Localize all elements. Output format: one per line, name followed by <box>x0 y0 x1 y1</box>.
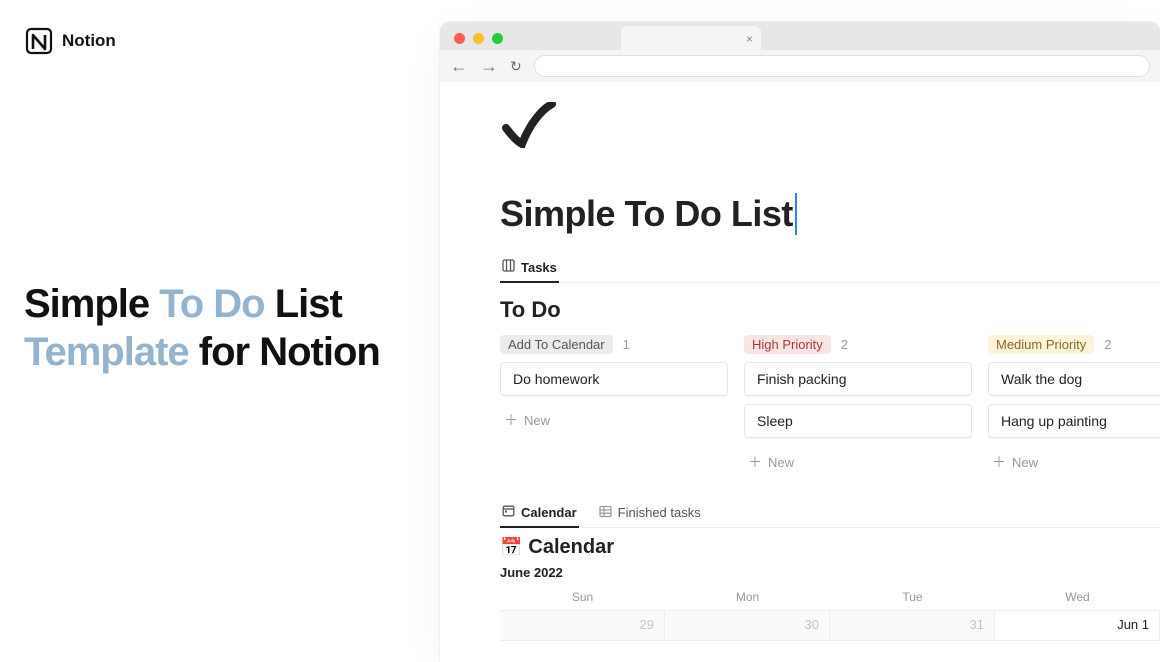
forward-button[interactable]: → <box>480 56 498 77</box>
weekday-label: Tue <box>830 590 995 604</box>
calendar-date-cell[interactable]: 29 <box>500 611 665 641</box>
tab-label: Calendar <box>521 505 577 520</box>
board-card[interactable]: Hang up painting <box>988 404 1160 438</box>
board-card[interactable]: Walk the dog <box>988 362 1160 396</box>
notion-logo-icon <box>24 26 54 56</box>
browser-tabbar: × <box>440 22 1160 50</box>
plus-icon: ＋ <box>504 410 518 430</box>
board-card[interactable]: Finish packing <box>744 362 972 396</box>
promo-title: Simple To Do List Template for Notion <box>24 280 404 376</box>
new-label: New <box>524 413 550 428</box>
tab-calendar[interactable]: Calendar <box>500 498 579 528</box>
close-tab-icon[interactable]: × <box>746 32 753 46</box>
checkmark-icon <box>500 102 556 148</box>
address-bar[interactable] <box>534 55 1150 77</box>
section-heading-todo: To Do <box>500 297 1160 323</box>
maximize-window-icon[interactable] <box>492 33 503 44</box>
column-tag[interactable]: High Priority <box>744 335 831 354</box>
tab-tasks[interactable]: Tasks <box>500 253 559 283</box>
calendar-date-cell[interactable]: 30 <box>665 611 830 641</box>
browser-window: × ← → ↻ Simple To Do List Tasks To D <box>440 22 1160 662</box>
board-icon <box>502 259 515 275</box>
column-count: 1 <box>623 337 630 352</box>
calendar-emoji-icon: 📅 <box>500 537 522 558</box>
calendar-date-cell[interactable]: 31 <box>830 611 995 641</box>
browser-toolbar: ← → ↻ <box>440 50 1160 82</box>
tab-label: Tasks <box>521 260 557 275</box>
calendar-month-label: June 2022 <box>500 565 1160 580</box>
reload-button[interactable]: ↻ <box>510 58 522 75</box>
promo-title-part: for Notion <box>189 330 380 374</box>
window-controls <box>454 33 503 44</box>
database-view-tabs-secondary: Calendar Finished tasks <box>500 498 1160 528</box>
board-column: High Priority 2 Finish packing Sleep ＋ N… <box>744 335 972 478</box>
new-label: New <box>1012 455 1038 470</box>
notion-logo: Notion <box>24 26 116 56</box>
board-column: Medium Priority 2 Walk the dog Hang up p… <box>988 335 1160 478</box>
add-card-button[interactable]: ＋ New <box>988 446 1160 478</box>
add-card-button[interactable]: ＋ New <box>744 446 972 478</box>
plus-icon: ＋ <box>748 452 762 472</box>
calendar-heading-text: Calendar <box>528 536 614 559</box>
board-card[interactable]: Do homework <box>500 362 728 396</box>
database-view-tabs: Tasks <box>500 253 1160 283</box>
close-window-icon[interactable] <box>454 33 465 44</box>
notion-brand-text: Notion <box>62 31 116 51</box>
back-button[interactable]: ← <box>450 56 468 77</box>
board-column: Add To Calendar 1 Do homework ＋ New <box>500 335 728 478</box>
add-card-button[interactable]: ＋ New <box>500 404 728 436</box>
calendar-date-cell[interactable]: Jun 1 <box>995 611 1160 641</box>
column-count: 2 <box>1104 337 1111 352</box>
table-icon <box>599 505 612 521</box>
calendar-dates-row: 29 30 31 Jun 1 <box>500 610 1160 641</box>
column-count: 2 <box>841 337 848 352</box>
column-tag[interactable]: Medium Priority <box>988 335 1094 354</box>
promo-title-accent: Template <box>24 330 189 374</box>
minimize-window-icon[interactable] <box>473 33 484 44</box>
calendar-heading: 📅 Calendar <box>500 536 1160 559</box>
browser-chrome: × ← → ↻ <box>440 22 1160 82</box>
weekday-label: Mon <box>665 590 830 604</box>
promo-title-part: Simple <box>24 282 159 326</box>
new-label: New <box>768 455 794 470</box>
weekday-label: Sun <box>500 590 665 604</box>
page-title[interactable]: Simple To Do List <box>500 193 797 235</box>
calendar-icon <box>502 504 515 520</box>
browser-tab[interactable]: × <box>621 26 761 50</box>
board-card[interactable]: Sleep <box>744 404 972 438</box>
promo-title-part: List <box>265 282 342 326</box>
page-icon[interactable] <box>500 102 1160 153</box>
calendar-weekday-row: Sun Mon Tue Wed <box>500 590 1160 610</box>
plus-icon: ＋ <box>992 452 1006 472</box>
tab-finished-tasks[interactable]: Finished tasks <box>597 498 703 527</box>
tab-label: Finished tasks <box>618 505 701 520</box>
kanban-board: Add To Calendar 1 Do homework ＋ New High… <box>500 335 1160 478</box>
column-tag[interactable]: Add To Calendar <box>500 335 613 354</box>
weekday-label: Wed <box>995 590 1160 604</box>
promo-title-accent: To Do <box>159 282 264 326</box>
